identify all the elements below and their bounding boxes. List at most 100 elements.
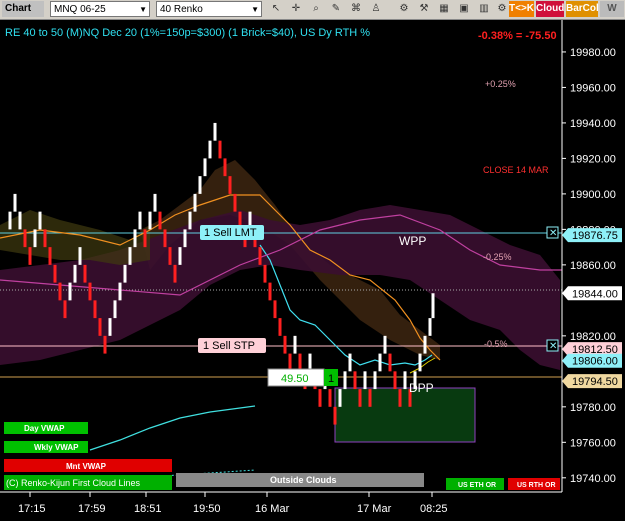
renko-brick-up <box>78 247 82 265</box>
renko-brick-down <box>328 389 332 407</box>
renko-brick-down <box>23 229 27 248</box>
renko-brick-down <box>218 140 222 159</box>
outside-clouds-label: Outside Clouds <box>270 475 337 485</box>
chart-trader-icon[interactable]: ⚙ <box>396 1 412 17</box>
renko-brick-up <box>133 229 137 248</box>
close-icon: ✕ <box>549 341 557 352</box>
renko-brick-down <box>98 318 102 336</box>
cancel-sell-limit-button[interactable]: ✕ <box>546 226 559 239</box>
renko-brick-down <box>173 264 177 283</box>
annotation-close-14-mar: CLOSE 14 MAR <box>483 165 549 175</box>
renko-brick-up <box>378 353 382 372</box>
indicator-icon[interactable]: ⌘ <box>348 1 364 17</box>
renko-brick-down <box>258 247 262 265</box>
bar-type-value: 40 Renko <box>160 4 203 15</box>
sell-limit-order-label: 1 Sell LMT <box>204 227 257 239</box>
renko-brick-up <box>38 211 42 230</box>
y-tick-label: 19860.00 <box>570 260 616 272</box>
chart-window-title: Chart <box>2 1 44 17</box>
renko-brick-up <box>188 211 192 230</box>
renko-brick-up <box>8 211 12 230</box>
toggle-tk-button[interactable]: T<>K <box>509 1 534 17</box>
renko-brick-up <box>153 193 157 212</box>
cancel-sell-stop-button[interactable]: ✕ <box>546 339 559 352</box>
renko-brick-down <box>273 300 277 319</box>
x-tick-label: 16 Mar <box>255 503 290 515</box>
renko-brick-down <box>228 176 232 194</box>
position-pnl-tag[interactable]: 49.50 1 <box>267 368 338 387</box>
x-tick-label: 17 Mar <box>357 503 392 515</box>
x-tick-label: 18:51 <box>134 503 162 515</box>
crosshair-icon[interactable]: ✛ <box>288 1 304 17</box>
x-tick-label: 17:59 <box>78 503 106 515</box>
zoom-icon[interactable]: ⌕ <box>308 1 324 17</box>
y-tick-label: 19960.00 <box>570 82 616 94</box>
renko-brick-down <box>83 264 87 283</box>
monthly-vwap-text: Mnt VWAP <box>66 462 107 471</box>
renko-brick-down <box>393 371 397 390</box>
dpp-zone <box>334 387 476 443</box>
renko-brick-up <box>293 335 297 354</box>
us-eth-or-button[interactable]: US ETH OR <box>446 478 504 490</box>
renko-brick-up <box>113 300 117 319</box>
weekly-vwap-text: Wkly VWAP <box>34 443 79 452</box>
cursor-icon[interactable]: ↖ <box>268 1 284 17</box>
chevron-down-icon: ▼ <box>139 5 147 14</box>
renko-brick-up <box>428 318 432 336</box>
sell-stop-order-label: 1 Sell STP <box>203 340 255 352</box>
properties-icon[interactable]: ⚒ <box>416 1 432 17</box>
price-chart[interactable]: +0.25% CLOSE 14 MAR -0.25% -0.5% WPP DPP… <box>0 20 625 521</box>
dpp-label: DPP <box>409 381 434 395</box>
chevron-down-icon: ▼ <box>251 5 259 14</box>
renko-brick-up <box>193 193 197 212</box>
renko-brick-up <box>383 335 387 354</box>
x-tick-label: 17:15 <box>18 503 46 515</box>
renko-brick-down <box>63 300 67 319</box>
bar-type-selector[interactable]: 40 Renko ▼ <box>156 1 262 17</box>
renko-brick-up <box>128 247 132 265</box>
toggle-barcol-button[interactable]: BarCol <box>566 1 599 17</box>
settings-icon[interactable]: ⚙ <box>494 1 510 17</box>
renko-brick-down <box>158 211 162 230</box>
toggle-wvm-button[interactable]: W WVM <box>600 1 624 30</box>
renko-brick-down <box>388 353 392 372</box>
us-eth-or-label: US ETH OR <box>458 482 496 489</box>
renko-brick-up <box>73 264 77 283</box>
study-credit-text: (C) Renko-Kijun First Cloud Lines <box>6 478 141 488</box>
strategy-icon[interactable]: ♙ <box>368 1 384 17</box>
y-tick-label: 19760.00 <box>570 437 616 449</box>
price-marker-label: 19844.00 <box>572 288 618 300</box>
renko-brick-up <box>183 229 187 248</box>
us-rth-or-button[interactable]: US RTH OR <box>508 478 560 490</box>
renko-brick-up <box>118 282 122 301</box>
bar-style-icon[interactable]: ▥ <box>476 1 492 17</box>
renko-brick-down <box>283 335 287 354</box>
renko-brick-up <box>213 122 217 141</box>
close-icon: ✕ <box>549 228 557 239</box>
renko-brick-down <box>143 229 147 248</box>
renko-brick-down <box>93 300 97 319</box>
screenshot-icon[interactable]: ▣ <box>456 1 472 17</box>
y-tick-label: 19900.00 <box>570 189 616 201</box>
sell-limit-order-tag[interactable]: 1 Sell LMT <box>200 225 264 240</box>
drawing-tools-icon[interactable]: ✎ <box>328 1 344 17</box>
renko-brick-down <box>168 247 172 265</box>
renko-brick-up <box>418 353 422 372</box>
wpp-label: WPP <box>399 234 426 248</box>
toggle-cloud-button[interactable]: Cloud <box>536 1 564 17</box>
data-box-icon[interactable]: ▦ <box>436 1 452 17</box>
symbol-selector[interactable]: MNQ 06-25 ▼ <box>50 1 150 17</box>
renko-brick-down <box>43 229 47 248</box>
renko-brick-up <box>13 193 17 212</box>
y-tick-label: 19780.00 <box>570 402 616 414</box>
renko-brick-down <box>48 247 52 265</box>
y-tick-label: 19940.00 <box>570 118 616 130</box>
renko-brick-up <box>33 229 37 248</box>
sell-stop-order-tag[interactable]: 1 Sell STP <box>198 338 266 353</box>
outside-clouds-button[interactable]: Outside Clouds <box>176 473 424 487</box>
renko-brick-down <box>358 389 362 407</box>
renko-brick-down <box>103 335 107 354</box>
renko-brick-up <box>68 282 72 301</box>
renko-brick-up <box>148 211 152 230</box>
renko-brick-up <box>403 371 407 390</box>
